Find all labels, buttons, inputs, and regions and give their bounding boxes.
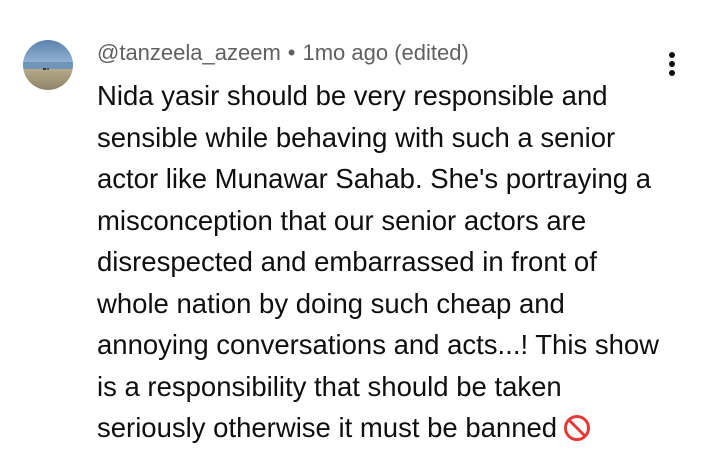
comment-text-line: seriously otherwise it must be banned xyxy=(97,412,558,443)
comment-text-line: Nida yasir should be very responsible an… xyxy=(97,80,608,111)
timestamp: 1mo ago xyxy=(302,40,389,65)
comment-text-line: annoying conversations and acts...! This… xyxy=(97,329,660,360)
comment-text-line: misconception that our senior actors are xyxy=(97,204,587,236)
avatar[interactable] xyxy=(23,40,73,90)
comment-text-last-line: seriously otherwise it must be banned xyxy=(97,407,697,449)
comment-text-line: is a responsibility that should be taken xyxy=(97,370,562,402)
comment: @tanzeela_azeem • 1mo ago (edited) Nida ya… xyxy=(0,0,720,451)
edited-label: (edited) xyxy=(394,40,469,65)
header-separator: • xyxy=(287,40,296,65)
comment-text-line: actor like Munawar Sahab. She's portrayi… xyxy=(97,163,652,194)
comment-text: Nida yasir should be very responsible an… xyxy=(97,75,697,449)
no-entry-sign-icon xyxy=(564,415,591,441)
comment-text-line: disrespected and embarrassed in front of xyxy=(97,246,597,277)
comment-header: @tanzeela_azeem • 1mo ago (edited) xyxy=(97,38,469,68)
comment-text-line: whole nation by doing such cheap and xyxy=(97,287,565,319)
comment-text-line: sensible while behaving with such a seni… xyxy=(97,121,616,153)
beach-photo-avatar-icon xyxy=(23,40,73,90)
author-name[interactable]: @tanzeela_azeem xyxy=(97,40,281,65)
